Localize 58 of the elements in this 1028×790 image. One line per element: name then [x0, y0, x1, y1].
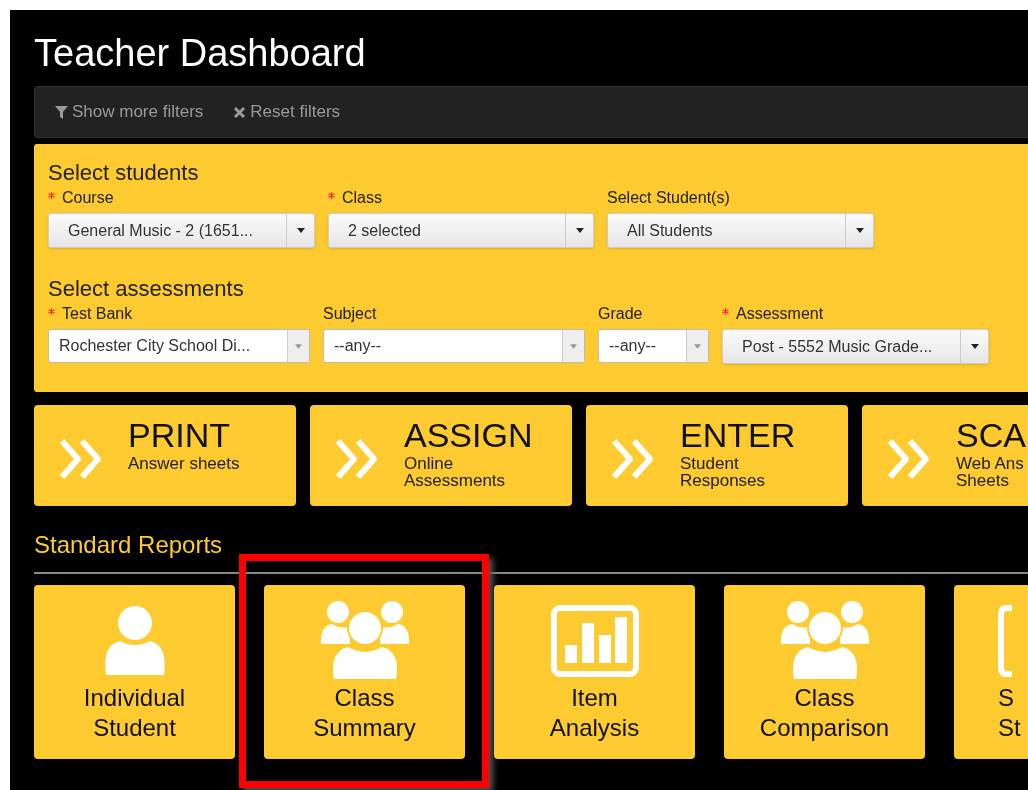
report-tile[interactable]: Class Summary: [264, 585, 465, 759]
caret-icon: [296, 228, 305, 233]
field-label: Grade: [598, 304, 643, 324]
field-label: Class: [342, 188, 382, 208]
reset-filters-button[interactable]: Reset filters: [233, 99, 341, 125]
select-field[interactable]: --any--: [598, 329, 709, 363]
funnel-icon: [55, 105, 68, 119]
page-title: Teacher Dashboard: [34, 31, 367, 76]
caret-icon: [855, 228, 864, 233]
field-label: Course: [62, 188, 114, 208]
dropdown-button[interactable]: General Music - 2 (1651...: [48, 213, 315, 248]
section-heading: Standard Reports: [34, 530, 224, 560]
action-tile[interactable]: PRINT Answer sheets: [34, 405, 296, 506]
report-tile[interactable]: Individual Student: [34, 585, 235, 759]
double-chevron-icon: [610, 437, 656, 481]
caret-icon: [970, 344, 979, 349]
action-tile[interactable]: ENTER Student Responses: [586, 405, 848, 506]
field-label: Assessment: [736, 304, 824, 324]
report-label: Class Summary: [313, 683, 416, 743]
caret-icon: [694, 343, 701, 349]
action-title: PRINT: [128, 415, 231, 455]
group-icon: [319, 600, 410, 682]
report-tile[interactable]: S St: [954, 585, 1028, 759]
action-subtitle: Online Assessments: [404, 455, 507, 489]
action-title: ENTER: [680, 415, 796, 455]
caret-icon: [570, 343, 577, 349]
action-subtitle: Web Ans Sheets: [956, 455, 1025, 489]
action-title: SCA: [956, 415, 1026, 455]
report-label: Individual Student: [83, 683, 186, 743]
dropdown-button[interactable]: 2 selected: [328, 213, 594, 248]
action-subtitle: Student Responses: [680, 455, 767, 489]
dropdown-button[interactable]: All Students: [607, 213, 874, 248]
action-title: ASSIGN: [404, 415, 533, 455]
select-field[interactable]: Rochester City School Di...: [48, 329, 310, 363]
double-chevron-icon: [886, 437, 932, 481]
caret-icon: [575, 228, 584, 233]
bar-chart-icon: [550, 605, 639, 677]
report-label: Item Analysis: [549, 683, 640, 743]
select-field[interactable]: --any--: [323, 329, 585, 363]
report-label: Class Comparison: [759, 683, 890, 743]
caret-icon: [295, 343, 302, 349]
action-subtitle: Answer sheets: [128, 455, 240, 472]
group-icon: [779, 600, 870, 682]
section-heading: Select assessments: [48, 276, 245, 302]
field-label: Test Bank: [62, 304, 133, 324]
dropdown-button[interactable]: Post - 5552 Music Grade...: [722, 329, 989, 364]
filters-button[interactable]: Show more filters: [55, 99, 204, 125]
action-tile[interactable]: SCA Web Ans Sheets: [862, 405, 1028, 506]
report-tile[interactable]: Class Comparison: [724, 585, 925, 759]
action-tile[interactable]: ASSIGN Online Assessments: [310, 405, 572, 506]
section-heading: Select students: [48, 160, 200, 186]
double-chevron-icon: [58, 437, 104, 481]
double-chevron-icon: [334, 437, 380, 481]
field-label: Select Student(s): [607, 188, 730, 208]
report-tile[interactable]: Item Analysis: [494, 585, 695, 759]
field-label: Subject: [323, 304, 377, 324]
close-icon: [233, 105, 247, 119]
report-label: S St: [998, 683, 1021, 743]
